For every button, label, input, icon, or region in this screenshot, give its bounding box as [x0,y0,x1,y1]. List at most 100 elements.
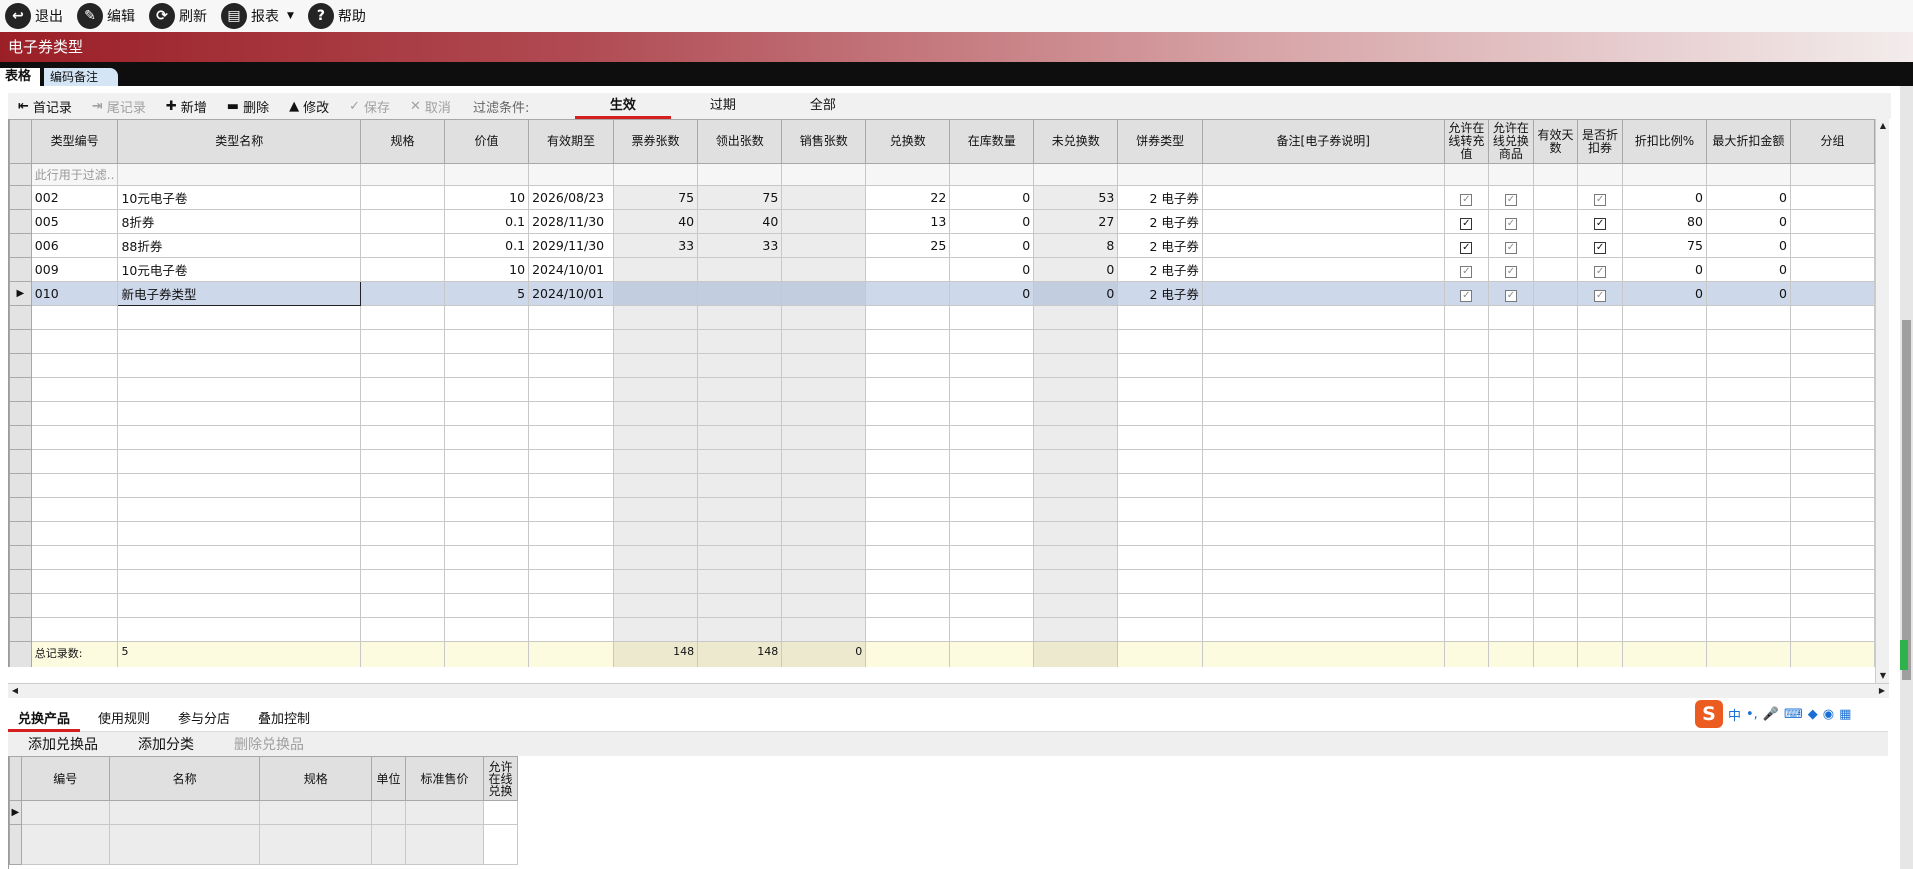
gamepad-icon[interactable]: ◉ [1823,707,1834,722]
cell-online_recharge[interactable]: ✓ [1443,209,1490,234]
cell-spec[interactable] [360,257,445,282]
cell-is_discount[interactable]: ✓ [1577,257,1623,282]
cell-max_discount[interactable]: 0 [1705,185,1791,210]
filter-tab-expired[interactable]: 过期 [673,93,773,119]
col-header-is-discount[interactable]: 是否折扣券 [1577,119,1623,164]
cell-online_exchange[interactable]: ✓ [1488,257,1534,282]
cell-name[interactable]: 新电子券类型 [117,281,362,306]
cell-redeemed[interactable]: 25 [865,233,951,258]
modify-button[interactable]: ▲ 修改 [279,97,339,116]
filter-cell[interactable] [1789,163,1875,186]
col-header-expire[interactable]: 有效期至 [528,119,614,164]
cell-is_discount[interactable]: ✓ [1577,281,1623,306]
cell-max_discount[interactable]: 0 [1705,257,1791,282]
microphone-icon[interactable]: 🎤 [1763,707,1779,722]
skin-icon[interactable]: ◆ [1808,707,1818,722]
cell-name[interactable]: 10元电子卷 [117,185,362,210]
tab-exchange-products[interactable]: 兑换产品 [8,708,81,732]
filter-tab-all[interactable]: 全部 [773,93,873,119]
filter-cell[interactable] [781,163,867,186]
cell-issued[interactable] [697,257,783,282]
cell-online_exchange[interactable]: ✓ [1488,185,1534,210]
filter-cell[interactable] [1705,163,1791,186]
tab-code-note[interactable]: 编码备注 [44,68,118,86]
table-row[interactable]: 005 8折券 0.1 2028/11/30 40 40 13 0 27 2 电子券 ✓ ✓ ✓ 80 0 [9,209,1875,234]
cell-discount_pct[interactable]: 75 [1621,233,1707,258]
filter-cell[interactable] [612,163,699,186]
cell-ptype[interactable]: 2 电子券 [1117,185,1203,210]
checkbox[interactable]: ✓ [1460,217,1473,230]
cell-unredeemed[interactable]: 0 [1033,257,1119,282]
scroll-down-icon[interactable]: ▼ [1876,669,1890,683]
scroll-right-icon[interactable]: ▶ [1875,684,1889,698]
cell-stock[interactable]: 0 [949,233,1035,258]
checkbox[interactable]: ✓ [1504,241,1517,254]
col-header-unredeemed[interactable]: 未兑换数 [1033,119,1119,164]
cell-unredeemed[interactable]: 0 [1033,281,1119,306]
filter-cell[interactable] [1577,163,1623,186]
tab-stack-control[interactable]: 叠加控制 [248,708,320,732]
cell-days[interactable] [1532,281,1579,306]
cell-name[interactable]: 88折券 [117,233,362,258]
bcol-header-name[interactable]: 名称 [108,756,261,801]
scroll-up-icon[interactable]: ▲ [1876,119,1890,133]
cell-days[interactable] [1532,233,1579,258]
checkbox[interactable]: ✓ [1460,241,1473,254]
col-header-days[interactable]: 有效天数 [1532,119,1579,164]
cell-value[interactable]: 5 [443,281,530,306]
cell[interactable] [371,824,406,865]
cell-code[interactable]: 006 [30,233,119,258]
bcol-header-unit[interactable]: 单位 [371,756,406,801]
table-row[interactable]: 002 10元电子卷 10 2026/08/23 75 75 22 0 53 2 电子券 ✓ ✓ ✓ 0 0 [9,185,1875,210]
filter-cell[interactable] [360,163,445,186]
cell-code[interactable]: 005 [30,209,119,234]
cell-sold[interactable] [781,209,867,234]
tab-usage-rules[interactable]: 使用规则 [88,708,160,732]
cell-redeemed[interactable] [865,257,951,282]
checkbox[interactable]: ✓ [1460,193,1473,206]
cell-expire[interactable]: 2024/10/01 [528,281,614,306]
cell[interactable] [259,800,373,825]
cell[interactable] [371,800,406,825]
cell-stock[interactable]: 0 [949,257,1035,282]
cell-online_exchange[interactable]: ✓ [1488,209,1534,234]
refresh-button[interactable]: ⟳ 刷新 [149,3,207,29]
save-button[interactable]: ✓ 保存 [339,97,400,116]
cell-days[interactable] [1532,257,1579,282]
checkbox[interactable]: ✓ [1504,289,1517,302]
cell-max_discount[interactable]: 0 [1705,281,1791,306]
col-header-sold[interactable]: 销售张数 [781,119,867,164]
filter-cell[interactable] [1033,163,1119,186]
add-button[interactable]: ✚ 新增 [156,97,217,116]
cell[interactable] [483,824,518,865]
cell-issued[interactable]: 33 [697,233,783,258]
cell-group[interactable] [1789,233,1875,258]
cell-days[interactable] [1532,209,1579,234]
grid-menu-icon[interactable]: ▦ [1839,707,1851,722]
cell-note[interactable] [1201,209,1445,234]
grid-horizontal-scrollbar[interactable]: ◀ ▶ [8,683,1889,698]
cell-code[interactable]: 009 [30,257,119,282]
cell-days[interactable] [1532,185,1579,210]
cell-note[interactable] [1201,233,1445,258]
cell[interactable] [404,800,485,825]
table-row[interactable]: 006 88折券 0.1 2029/11/30 33 33 25 0 8 2 电子券 ✓ ✓ ✓ 75 0 [9,233,1875,258]
cell-discount_pct[interactable]: 0 [1621,257,1707,282]
cell-discount_pct[interactable]: 80 [1621,209,1707,234]
filter-cell[interactable] [528,163,614,186]
cell-expire[interactable]: 2029/11/30 [528,233,614,258]
col-header-online-exchange[interactable]: 允许在线兑换商品 [1488,119,1534,164]
cell-expire[interactable]: 2024/10/01 [528,257,614,282]
scroll-left-icon[interactable]: ◀ [8,684,22,698]
checkbox[interactable]: ✓ [1504,217,1517,230]
filter-cell[interactable] [1201,163,1445,186]
checkbox[interactable]: ✓ [1460,265,1473,278]
col-header-issued[interactable]: 领出张数 [697,119,783,164]
cell-value[interactable]: 10 [443,185,530,210]
filter-cell[interactable] [697,163,783,186]
cell-note[interactable] [1201,185,1445,210]
cell-spec[interactable] [360,233,445,258]
cell-max_discount[interactable]: 0 [1705,209,1791,234]
col-header-tickets[interactable]: 票券张数 [612,119,699,164]
ime-punctuation[interactable]: •, [1746,707,1758,722]
